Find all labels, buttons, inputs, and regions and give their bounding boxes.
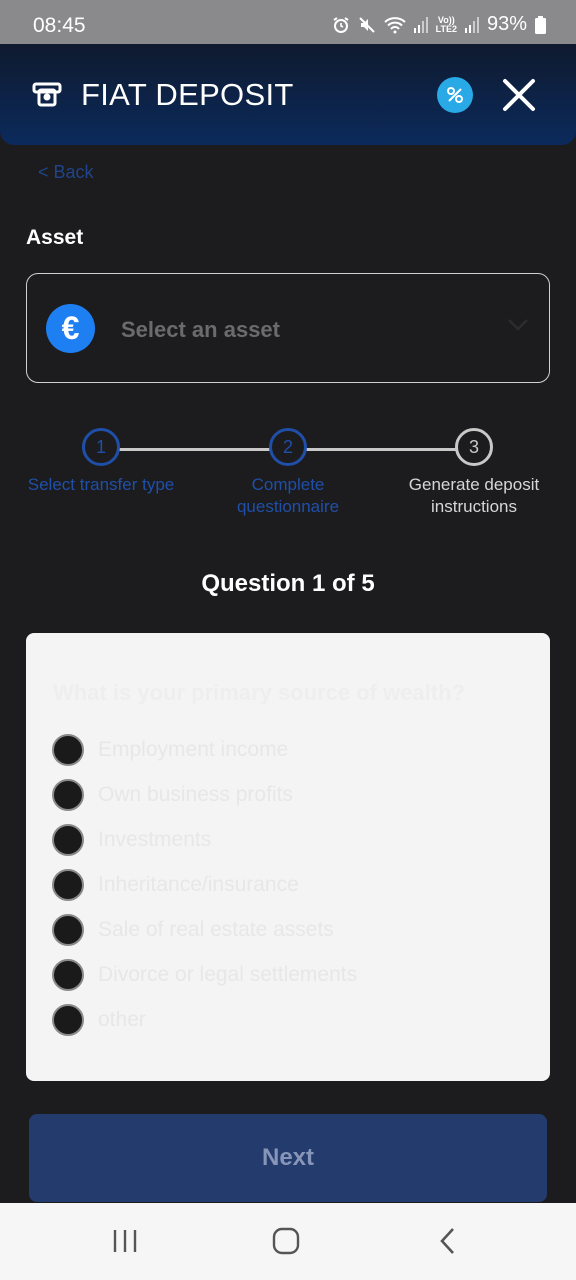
back-icon[interactable] (438, 1227, 458, 1260)
page-title: FIAT DEPOSIT (81, 77, 294, 112)
mute-icon (358, 16, 376, 34)
close-icon[interactable] (500, 76, 538, 114)
step-3-label: Generate deposit instructions (408, 475, 540, 516)
promo-icon[interactable] (437, 77, 473, 113)
step-1-circle: 1 (82, 428, 120, 466)
option-label: Own business profits (98, 783, 293, 806)
alarm-icon (332, 16, 350, 34)
step-2-label: Complete questionnaire (236, 475, 340, 516)
option-label: Inheritance/insurance (98, 873, 299, 896)
radio-button[interactable] (52, 869, 84, 901)
radio-button[interactable] (52, 734, 84, 766)
radio-button[interactable] (52, 914, 84, 946)
option-label: Divorce or legal settlements (98, 963, 358, 986)
radio-button[interactable] (52, 959, 84, 991)
asset-placeholder: Select an asset (121, 317, 280, 342)
app-header: FIAT DEPOSIT (0, 44, 576, 145)
wifi-icon (383, 16, 406, 34)
option-label: Sale of real estate assets (98, 918, 334, 941)
option-investments[interactable]: Investments (52, 822, 211, 858)
option-other[interactable]: other (52, 1002, 146, 1038)
status-time: 08:45 (33, 14, 86, 37)
step-2-circle: 2 (269, 428, 307, 466)
radio-button[interactable] (52, 1004, 84, 1036)
battery-icon (535, 15, 546, 34)
status-bar: 08:45 Vo)) LTE2 93% (0, 0, 576, 44)
asset-label: Asset (26, 226, 84, 249)
option-label: Employment income (98, 738, 289, 761)
radio-button[interactable] (52, 779, 84, 811)
question-text: What is your primary source of wealth? (53, 680, 465, 705)
network-type: Vo)) LTE2 (435, 14, 457, 34)
battery-percent: 93% (486, 13, 527, 35)
signal-icon (464, 16, 479, 33)
step-1-label: Select transfer type (27, 475, 175, 494)
next-button[interactable]: Next (29, 1114, 547, 1202)
step-3-circle: 3 (455, 428, 493, 466)
back-link[interactable]: < Back (38, 162, 94, 182)
asset-select[interactable]: € Select an asset (26, 273, 550, 383)
signal-icon (413, 16, 428, 33)
status-icons: Vo)) LTE2 93% (332, 13, 546, 36)
question-progress: Question 1 of 5 (201, 570, 375, 597)
option-divorce-settlements[interactable]: Divorce or legal settlements (52, 957, 357, 993)
deposit-icon (32, 82, 62, 113)
option-own-business-profits[interactable]: Own business profits (52, 777, 293, 813)
option-label: other (98, 1008, 146, 1031)
option-inheritance-insurance[interactable]: Inheritance/insurance (52, 867, 299, 903)
question-card: What is your primary source of wealth? E… (26, 633, 550, 1081)
system-nav-bar (0, 1203, 576, 1280)
recent-apps-icon[interactable] (112, 1227, 138, 1260)
option-sale-of-real-estate[interactable]: Sale of real estate assets (52, 912, 334, 948)
euro-icon: € (46, 304, 95, 353)
home-icon[interactable] (272, 1227, 300, 1260)
chevron-down-icon (507, 318, 529, 337)
radio-button[interactable] (52, 824, 84, 856)
option-employment-income[interactable]: Employment income (52, 732, 288, 768)
option-label: Investments (98, 828, 212, 851)
